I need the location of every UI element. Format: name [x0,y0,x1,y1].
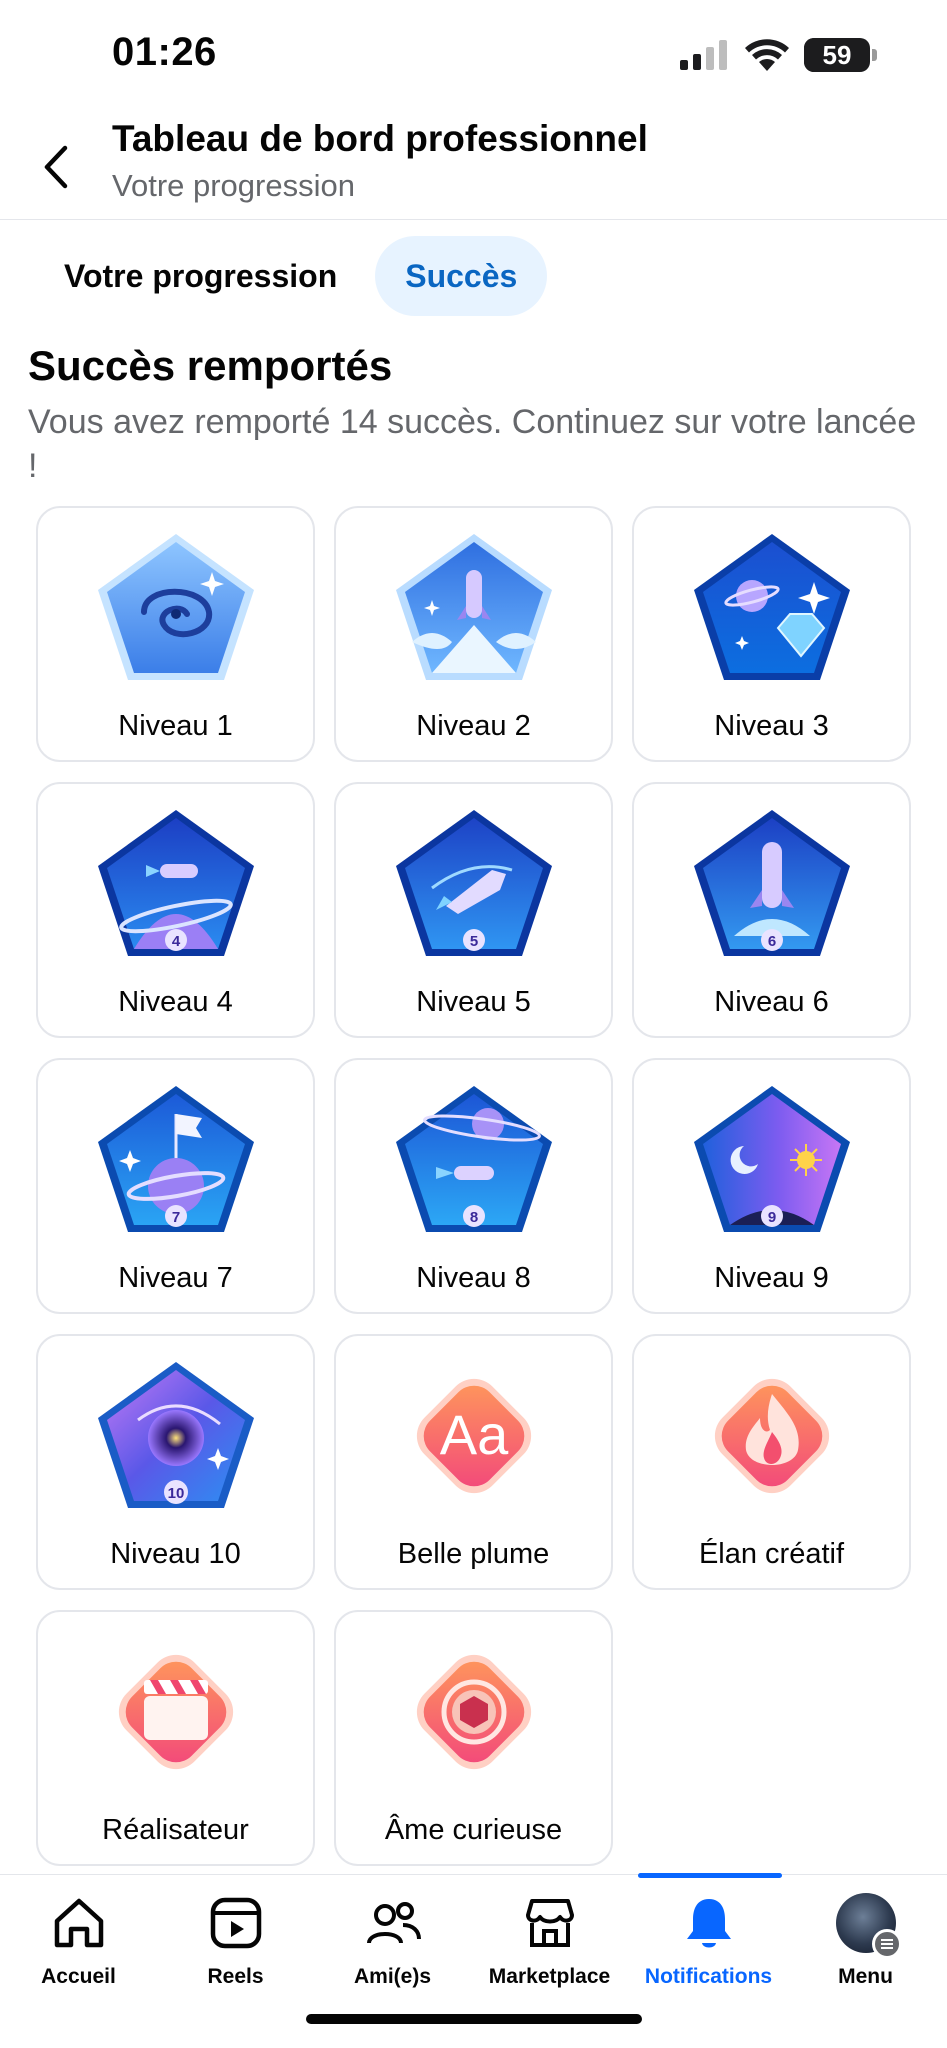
achievement-card[interactable]: Niveau 1 [36,506,315,762]
level-number: 10 [167,1485,184,1502]
achievement-label: Niveau 6 [714,986,829,1018]
camera-lens-icon [416,1654,531,1770]
rocket-launch-pentagon-icon [395,534,552,680]
achievement-card[interactable]: Aa Belle plume [334,1334,613,1590]
nav-item-reels[interactable]: Reels [157,1893,314,1989]
achievement-card[interactable]: 7 Niveau 7 [36,1058,315,1314]
achievement-card[interactable]: 6 Niveau 6 [632,782,911,1038]
achievement-card[interactable]: 4 Niveau 4 [36,782,315,1038]
achievement-label: Niveau 7 [118,1262,233,1294]
battery-tip [872,49,877,61]
achievement-card[interactable]: 5 Niveau 5 [334,782,613,1038]
spaceship-pentagon-icon: 5 [395,810,552,956]
achievement-card[interactable]: 9 Niveau 9 [632,1058,911,1314]
shuttle-planet-pentagon-icon: 4 [97,810,254,956]
nav-label: Ami(e)s [353,1965,432,1988]
nav-item-menu[interactable]: Menu [787,1893,944,1989]
chevron-left-icon [44,145,68,189]
battery-icon: 59 [804,38,870,72]
achievement-label: Niveau 4 [118,986,233,1018]
achievement-label: Niveau 1 [118,710,233,742]
flag-planet-pentagon-icon: 7 [97,1086,254,1232]
nav-label: Reels [207,1965,264,1988]
black-hole-pentagon-icon: 10 [97,1362,254,1508]
status-time: 01:26 [112,30,217,74]
achievements-grid: Niveau 1 Niveau 2 Niveau 3 4 Niveau 4 5 … [36,506,911,1866]
nav-item-amis[interactable]: Ami(e)s [314,1893,471,1989]
avatar [835,1893,902,1959]
achievement-label: Niveau 9 [714,1262,829,1294]
level-number: 8 [469,1209,477,1226]
achievement-label: Niveau 10 [110,1538,241,1570]
achievement-label: Niveau 8 [416,1262,531,1294]
rocket-pentagon-icon: 6 [693,810,850,956]
nav-label: Menu [838,1965,893,1988]
achievement-label: Niveau 2 [416,710,531,742]
font-sample-text: Aa [439,1403,508,1466]
status-icons: 59 [680,38,877,72]
back-button[interactable] [28,132,84,202]
level-number: 6 [767,933,775,950]
level-number: 7 [171,1209,179,1226]
nav-item-marketplace[interactable]: Marketplace [471,1893,628,1989]
reels-icon [210,1897,261,1949]
achievement-card[interactable]: Élan créatif [632,1334,911,1590]
section-description: Vous avez remporté 14 succès. Continuez … [28,403,917,485]
moon-star-pentagon-icon: 9 [693,1086,850,1232]
font-aa-icon: Aa [416,1378,531,1494]
achievement-card[interactable]: 8 Niveau 8 [334,1058,613,1314]
cellular-signal-icon [680,40,727,70]
marketplace-icon [525,1899,574,1947]
friends-icon [366,1902,421,1944]
galaxy-pentagon-icon [97,534,254,680]
tab-succes[interactable]: Succès [375,236,548,316]
achievement-card[interactable]: Âme curieuse [334,1610,613,1866]
shuttle-ring-pentagon-icon: 8 [395,1086,552,1232]
page-title: Tableau de bord professionnel [112,118,648,159]
achievement-card[interactable]: 10 Niveau 10 [36,1334,315,1590]
menu-icon [871,1929,902,1959]
bell-icon [686,1899,731,1948]
achievement-label: Réalisateur [102,1814,249,1846]
nav-label: Notifications [644,1965,773,1988]
nav-label: Marketplace [488,1965,611,1988]
home-indicator [306,2014,642,2024]
level-number: 4 [171,933,180,950]
achievement-label: Niveau 5 [416,986,531,1018]
achievement-label: Belle plume [397,1538,550,1570]
nav-item-notifications[interactable]: Notifications [630,1893,787,1989]
page-header: Tableau de bord professionnel Votre prog… [0,110,947,220]
level-number: 5 [469,933,477,950]
achievement-label: Niveau 3 [714,710,829,742]
achievement-card[interactable]: Niveau 3 [632,506,911,762]
section-title: Succès remportés [28,342,393,389]
tab-votre-progression[interactable]: Votre progression [34,236,367,316]
nav-label: Accueil [41,1965,116,1988]
home-icon [54,1898,103,1948]
active-tab-indicator [638,1873,782,1878]
battery-percent: 59 [822,39,852,70]
page-subtitle: Votre progression [112,168,355,203]
wifi-icon [745,39,789,71]
achievement-label: Élan créatif [698,1538,845,1570]
planet-diamond-pentagon-icon [693,534,850,680]
achievement-label: Âme curieuse [384,1814,563,1846]
achievement-card[interactable]: Niveau 2 [334,506,613,762]
nav-item-accueil[interactable]: Accueil [0,1893,157,1989]
flame-icon [714,1378,829,1494]
clapperboard-icon [118,1654,233,1770]
tab-bar: Votre progression Succès [34,236,548,316]
level-number: 9 [767,1209,775,1226]
achievement-card[interactable]: Réalisateur [36,1610,315,1866]
status-bar: 01:26 59 [0,0,947,110]
